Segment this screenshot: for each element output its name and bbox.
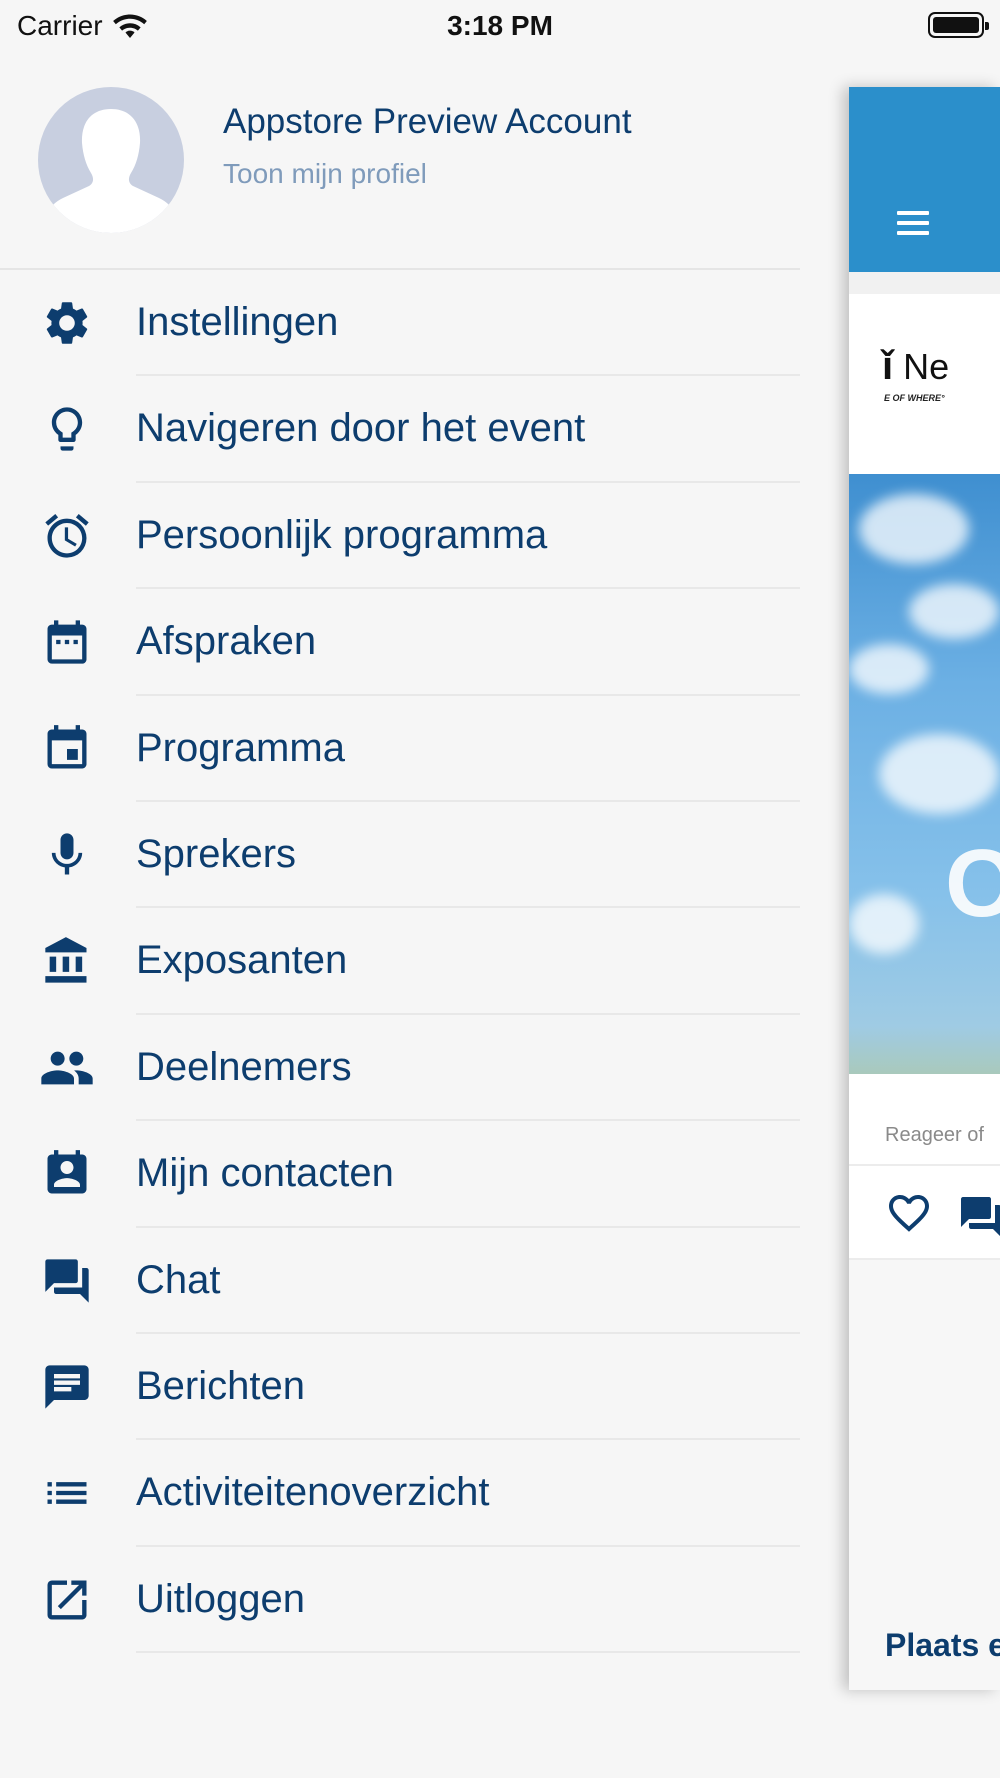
menu-item-uitloggen[interactable]: Uitloggen — [0, 1547, 800, 1654]
drawer-menu: Instellingen Navigeren door het event Pe… — [0, 270, 800, 1654]
people-icon — [38, 1039, 96, 1097]
avatar[interactable] — [38, 87, 184, 233]
open-external-icon — [38, 1571, 96, 1629]
menu-item-label: Programma — [136, 725, 345, 770]
menu-item-afspraken[interactable]: Afspraken — [0, 589, 800, 696]
post-button[interactable]: Plaats e — [885, 1627, 1000, 1664]
menu-item-label: Mijn contacten — [136, 1151, 394, 1196]
menu-item-sprekers[interactable]: Sprekers — [0, 802, 800, 909]
navigation-drawer: Appstore Preview Account Toon mijn profi… — [0, 52, 800, 1778]
menu-item-label: Chat — [136, 1257, 221, 1302]
comment-icon[interactable] — [957, 1193, 1000, 1246]
menu-item-label: Deelnemers — [136, 1044, 352, 1089]
banner-text: O — [945, 830, 1000, 937]
main-content-panel[interactable]: ǐ Ne E OF WHERE° O Reageer of Plaats e — [849, 87, 1000, 1690]
profile-name: Appstore Preview Account — [223, 102, 632, 141]
app-header — [849, 87, 1000, 272]
menu-item-mijn-contacten[interactable]: Mijn contacten — [0, 1121, 800, 1228]
menu-item-label: Sprekers — [136, 831, 297, 876]
header-strip — [849, 272, 1000, 294]
menu-item-berichten[interactable]: Berichten — [0, 1334, 800, 1441]
logo-text: ǐ Ne — [882, 344, 950, 388]
view-profile-link[interactable]: Toon mijn profiel — [223, 158, 427, 190]
menu-item-activiteitenoverzicht[interactable]: Activiteitenoverzicht — [0, 1440, 800, 1547]
list-icon — [38, 1464, 96, 1522]
menu-item-exposanten[interactable]: Exposanten — [0, 908, 800, 1015]
alarm-clock-icon — [38, 507, 96, 565]
menu-item-instellingen[interactable]: Instellingen — [0, 270, 800, 377]
menu-item-navigeren[interactable]: Navigeren door het event — [0, 376, 800, 483]
status-time: 3:18 PM — [447, 10, 553, 41]
menu-item-label: Activiteitenoverzicht — [136, 1470, 490, 1515]
menu-item-label: Navigeren door het event — [136, 406, 586, 451]
menu-item-label: Instellingen — [136, 300, 339, 344]
menu-item-programma[interactable]: Programma — [0, 696, 800, 802]
profile-header[interactable]: Appstore Preview Account Toon mijn profi… — [0, 52, 800, 270]
logo-tagline: E OF WHERE° — [884, 393, 945, 403]
bank-icon — [38, 932, 96, 990]
lightbulb-icon — [38, 400, 96, 458]
forum-icon — [38, 1252, 96, 1310]
status-bar: Carrier 3:18 PM — [0, 0, 1000, 52]
gear-icon — [38, 294, 96, 352]
sponsor-logo: ǐ Ne E OF WHERE° — [849, 294, 1000, 474]
menu-item-deelnemers[interactable]: Deelnemers — [0, 1015, 800, 1122]
menu-item-label: Persoonlijk programma — [136, 512, 548, 557]
comment-prompt[interactable]: Reageer of — [885, 1124, 984, 1147]
contact-card-icon — [38, 1145, 96, 1203]
heart-icon[interactable] — [885, 1193, 933, 1242]
battery-icon — [928, 12, 989, 38]
calendar-event-icon — [38, 720, 96, 778]
divider — [849, 1164, 1000, 1166]
microphone-icon — [38, 826, 96, 884]
menu-item-chat[interactable]: Chat — [0, 1228, 800, 1334]
menu-item-persoonlijk-programma[interactable]: Persoonlijk programma — [0, 483, 800, 590]
person-silhouette-icon — [48, 109, 174, 233]
menu-item-label: Afspraken — [136, 619, 317, 664]
menu-item-label: Uitloggen — [136, 1576, 306, 1621]
menu-item-label: Berichten — [136, 1363, 305, 1408]
divider — [136, 1651, 800, 1654]
menu-item-label: Exposanten — [136, 938, 348, 983]
banner-image: O — [849, 474, 1000, 1074]
message-icon — [38, 1358, 96, 1416]
feed-body — [849, 1260, 1000, 1690]
calendar-dots-icon — [38, 613, 96, 671]
menu-icon[interactable] — [897, 211, 929, 241]
